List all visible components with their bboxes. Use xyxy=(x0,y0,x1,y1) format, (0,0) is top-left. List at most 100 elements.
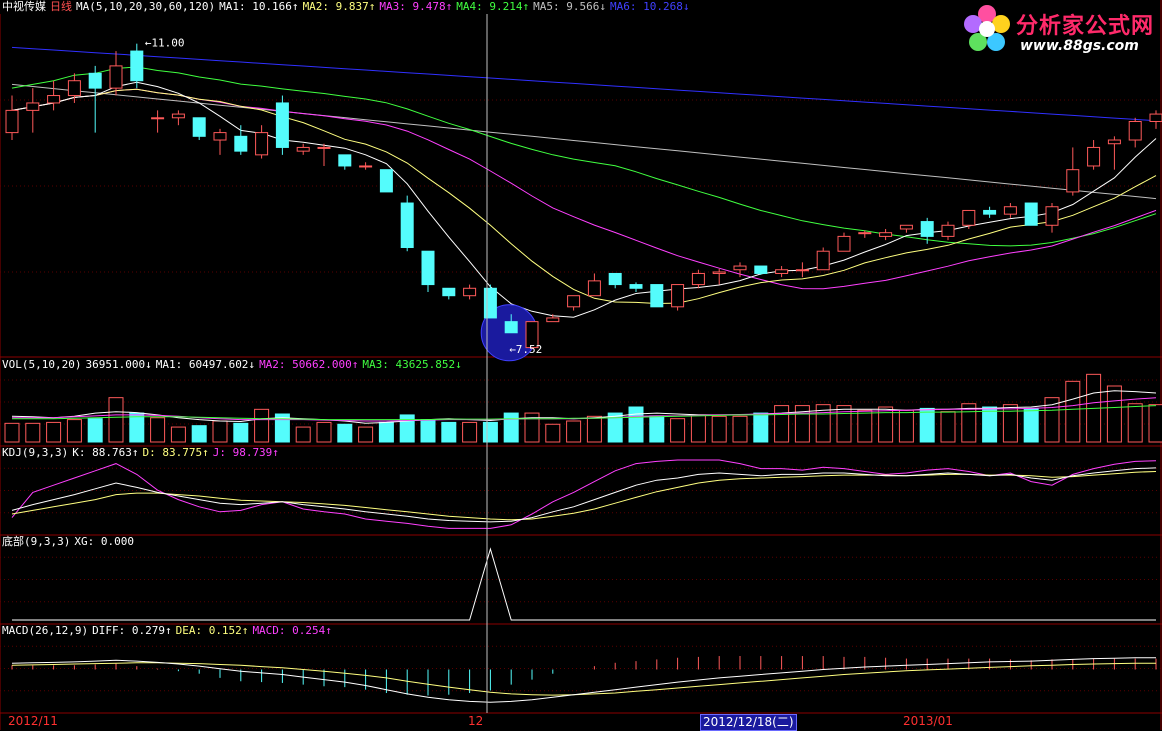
candle-body xyxy=(1149,113,1162,122)
volume-bar xyxy=(233,422,249,443)
kdj-indicator-label: KDJ(9,3,3) xyxy=(2,446,69,459)
candle-body xyxy=(255,132,269,156)
volume-bar xyxy=(1023,407,1039,443)
x-axis-selected-date[interactable]: 2012/12/18(二) xyxy=(700,714,797,731)
candle-body xyxy=(442,287,456,297)
xg-signal-line xyxy=(12,547,1156,621)
ma-value-0: MA1: 10.166↑ xyxy=(219,0,299,13)
flower-logo-icon xyxy=(964,5,1010,51)
candle-body xyxy=(130,50,144,82)
volume-bar xyxy=(774,405,790,443)
candle-body xyxy=(338,154,352,167)
volume-bar xyxy=(586,415,602,443)
x-axis-label: 2012/11 xyxy=(8,714,58,728)
volume-bar xyxy=(358,426,374,443)
candle-body xyxy=(754,265,768,274)
logo-url: www.88gs.com xyxy=(1020,38,1139,54)
volume-bar xyxy=(441,421,457,443)
volume-bar xyxy=(66,419,82,443)
ma2-line xyxy=(11,88,1157,305)
volume-bar xyxy=(1148,404,1162,443)
low-price-label: ←7.52 xyxy=(509,343,542,356)
x-axis-label: 2013/01 xyxy=(903,714,953,728)
candle-body xyxy=(26,102,40,111)
ma5-line xyxy=(11,83,1157,200)
candle-body xyxy=(67,80,81,97)
volume-bar xyxy=(399,414,415,443)
volume-bar xyxy=(690,414,706,443)
candle-body xyxy=(650,284,664,308)
volume-bar xyxy=(420,419,436,443)
volume-bar xyxy=(732,415,748,443)
candle-body xyxy=(795,269,809,272)
volume-bar xyxy=(711,415,727,443)
volume-bar xyxy=(191,425,207,443)
kdj-value-0: K: 88.763↑ xyxy=(72,446,139,459)
volume-bar xyxy=(295,426,311,443)
ma-value-5: MA6: 10.268↓ xyxy=(610,0,690,13)
candle-body xyxy=(733,265,747,271)
volume-bar xyxy=(4,422,20,443)
candle-body xyxy=(483,287,497,319)
candle-body xyxy=(463,287,477,297)
candle-body xyxy=(629,284,643,289)
candle-body xyxy=(400,202,414,249)
ma6-line xyxy=(11,46,1157,122)
ma-value-1: MA2: 9.837↑ xyxy=(302,0,376,13)
volume-bar xyxy=(1127,403,1143,443)
candle-body xyxy=(941,224,955,237)
xg-value-0: XG: 0.000 xyxy=(74,535,134,548)
ma-value-4: MA5: 9.566↓ xyxy=(533,0,606,13)
main-panel-header: 中视传媒 日线 MA(5,10,20,30,60,120) MA1: 10.166↑ M… xyxy=(2,0,697,14)
candle-body xyxy=(47,95,61,104)
macd-panel-header: MACD(26,12,9) DIFF: 0.279↑ DEA: 0.152↑ MACD… xyxy=(2,624,340,638)
candle-body xyxy=(691,272,705,286)
candle-body xyxy=(546,317,560,323)
volume-bar xyxy=(628,406,644,443)
candle-body xyxy=(1024,202,1038,226)
volume-bar xyxy=(212,420,228,443)
candle-body xyxy=(920,221,934,237)
candle-body xyxy=(983,209,997,215)
volume-bar xyxy=(753,412,769,443)
volume-bar xyxy=(1002,404,1018,443)
candle-body xyxy=(88,72,102,89)
volume-bar xyxy=(150,417,166,443)
kdj-panel-header: KDJ(9,3,3) K: 88.763↑ D: 83.775↑ J: 98.739↑ xyxy=(2,446,287,460)
candle-body xyxy=(1045,206,1059,226)
candle-body xyxy=(379,169,393,193)
candle-body xyxy=(899,224,913,230)
vol-value-0: 36951.000↓ xyxy=(85,358,152,371)
candle-body xyxy=(109,65,123,89)
candle-body xyxy=(1066,169,1080,193)
volume-bar xyxy=(836,405,852,443)
macd-value-2: MACD: 0.254↑ xyxy=(252,624,332,637)
candle-body xyxy=(775,269,789,274)
volume-bar xyxy=(940,411,956,443)
volume-bar xyxy=(566,420,582,443)
candle-body xyxy=(421,250,435,286)
candle-body xyxy=(504,321,518,334)
candle-body xyxy=(671,284,685,308)
volume-bar xyxy=(919,407,935,443)
volume-bar xyxy=(898,409,914,443)
kdj-value-2: J: 98.739↑ xyxy=(212,446,279,459)
vol-indicator-label: VOL(5,10,20) xyxy=(2,358,82,371)
macd-diff-line xyxy=(11,657,1156,703)
volume-bar xyxy=(316,421,332,443)
volume-bar xyxy=(170,426,186,443)
macd-indicator-label: MACD(26,12,9) xyxy=(2,624,89,637)
ma-indicator-label: MA(5,10,20,30,60,120) xyxy=(76,0,216,13)
volume-bar xyxy=(649,415,665,443)
volume-bar xyxy=(1106,385,1122,443)
candle-body xyxy=(359,165,373,168)
stock-name: 中视传媒 xyxy=(2,0,46,13)
candle-body xyxy=(296,146,310,152)
macd-value-0: DIFF: 0.279↑ xyxy=(92,624,172,637)
candle-body xyxy=(587,280,601,297)
bottom-panel-header: 底部(9,3,3) XG: 0.000 xyxy=(2,535,142,549)
candle-body xyxy=(1087,146,1101,167)
volume-bar xyxy=(545,423,561,443)
period-label[interactable]: 日线 xyxy=(50,0,72,13)
candle-body xyxy=(151,117,165,120)
